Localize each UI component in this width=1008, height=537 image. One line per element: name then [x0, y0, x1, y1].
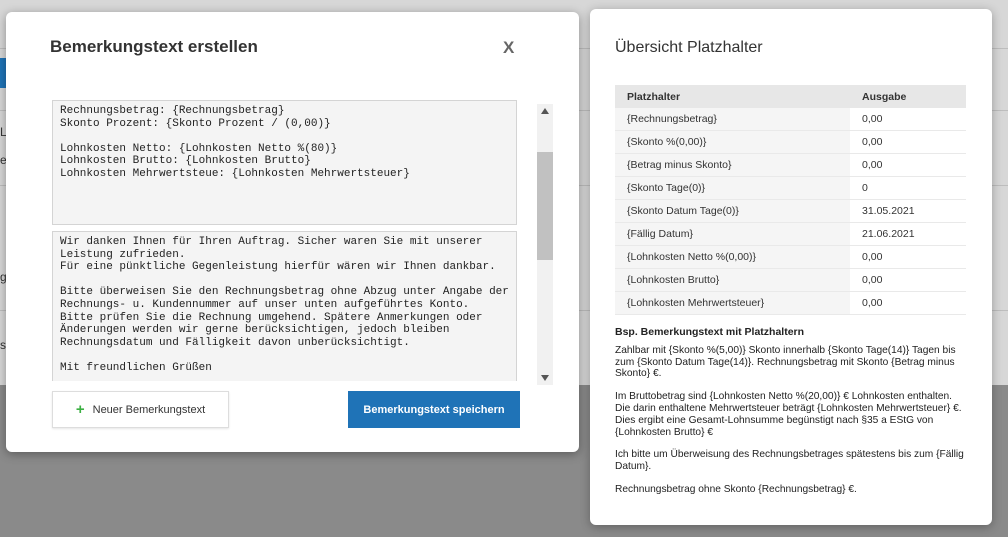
- table-row: {Lohnkosten Brutto} 0,00: [615, 268, 966, 292]
- placeholder-name: {Lohnkosten Mehrwertsteuer}: [615, 291, 850, 315]
- placeholder-name: {Lohnkosten Netto %(0,00)}: [615, 245, 850, 269]
- placeholder-name: {Lohnkosten Brutto}: [615, 268, 850, 292]
- placeholder-value: 0,00: [850, 153, 966, 177]
- scroll-up-icon[interactable]: [541, 108, 549, 114]
- example-paragraph: Zahlbar mit {Skonto %(5,00)} Skonto inne…: [615, 344, 956, 380]
- scroll-down-icon[interactable]: [541, 375, 549, 381]
- placeholder-text-area[interactable]: Rechnungsbetrag: {Rechnungsbetrag} Skont…: [52, 100, 517, 225]
- placeholder-table: Platzhalter Ausgabe {Rechnungsbetrag} 0,0…: [615, 85, 966, 315]
- placeholder-value: 0,00: [850, 108, 966, 131]
- table-row: {Lohnkosten Mehrwertsteuer} 0,00: [615, 291, 966, 315]
- table-row: {Skonto Tage(0)} 0: [615, 176, 966, 200]
- close-button[interactable]: X: [503, 38, 514, 58]
- panel-title: Übersicht Platzhalter: [615, 39, 763, 56]
- placeholder-name: {Skonto Datum Tage(0)}: [615, 199, 850, 223]
- placeholder-name: {Fällig Datum}: [615, 222, 850, 246]
- placeholder-name: {Betrag minus Skonto}: [615, 153, 850, 177]
- placeholder-name: {Rechnungsbetrag}: [615, 108, 850, 131]
- remark-text-modal: Bemerkungstext erstellen X Rechnungsbetr…: [6, 12, 579, 452]
- example-section: Bsp. Bemerkungstext mit Platzhaltern Zah…: [615, 326, 965, 507]
- table-row: {Betrag minus Skonto} 0,00: [615, 153, 966, 177]
- placeholder-value: 0,00: [850, 268, 966, 292]
- modal-title: Bemerkungstext erstellen: [50, 37, 258, 56]
- example-paragraph: Im Bruttobetrag sind {Lohnkosten Netto %…: [615, 391, 962, 438]
- plus-icon: +: [75, 401, 85, 418]
- example-paragraph: Rechnungsbetrag ohne Skonto {Rechnungsbe…: [615, 483, 857, 495]
- example-paragraph: Ich bitte um Überweisung des Rechnungsbe…: [615, 449, 964, 473]
- table-row: {Skonto %(0,00)} 0,00: [615, 130, 966, 154]
- table-row: {Rechnungsbetrag} 0,00: [615, 108, 966, 131]
- example-title: Bsp. Bemerkungstext mit Platzhaltern: [615, 326, 805, 338]
- placeholder-overview-panel: Übersicht Platzhalter Platzhalter Ausgab…: [590, 9, 992, 525]
- new-remark-button-label: Neuer Bemerkungstext: [92, 403, 206, 416]
- table-row: {Lohnkosten Netto %(0,00)} 0,00: [615, 245, 966, 269]
- new-remark-button[interactable]: + Neuer Bemerkungstext: [52, 391, 229, 428]
- remark-editor[interactable]: Rechnungsbetrag: {Rechnungsbetrag} Skont…: [52, 100, 521, 381]
- placeholder-name: {Skonto %(0,00)}: [615, 130, 850, 154]
- placeholder-value: 0,00: [850, 245, 966, 269]
- column-header-placeholder: Platzhalter: [615, 85, 850, 108]
- remark-text-area[interactable]: Wir danken Ihnen für Ihren Auftrag. Sich…: [52, 231, 517, 381]
- placeholder-value: 0: [850, 176, 966, 200]
- table-row: {Fällig Datum} 21.06.2021: [615, 222, 966, 246]
- placeholder-value: 21.06.2021: [850, 222, 966, 246]
- table-row: {Skonto Datum Tage(0)} 31.05.2021: [615, 199, 966, 223]
- editor-scrollbar[interactable]: [537, 104, 553, 385]
- placeholder-value: 0,00: [850, 291, 966, 315]
- save-remark-button[interactable]: Bemerkungstext speichern: [348, 391, 520, 428]
- table-header-row: Platzhalter Ausgabe: [615, 85, 966, 108]
- scroll-thumb[interactable]: [537, 152, 553, 260]
- column-header-output: Ausgabe: [850, 85, 966, 108]
- placeholder-value: 31.05.2021: [850, 199, 966, 223]
- placeholder-name: {Skonto Tage(0)}: [615, 176, 850, 200]
- placeholder-value: 0,00: [850, 130, 966, 154]
